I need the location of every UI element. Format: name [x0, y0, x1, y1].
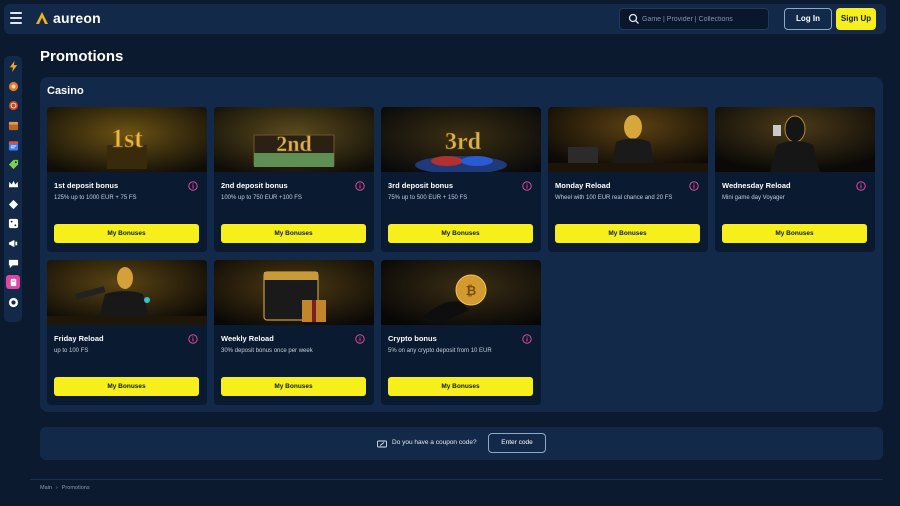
promo-card: Friday Reload up to 100 FS My Bonuses	[47, 260, 207, 405]
my-bonuses-button[interactable]: My Bonuses	[221, 224, 366, 243]
breadcrumb-current: Promotions	[61, 485, 90, 491]
info-icon[interactable]	[188, 181, 198, 191]
info-icon[interactable]	[522, 181, 532, 191]
promo-description: 5% on any crypto deposit from 10 EUR	[388, 348, 492, 354]
logo-text: aureon	[53, 10, 101, 26]
promo-title: Friday Reload	[54, 334, 104, 343]
my-bonuses-button[interactable]: My Bonuses	[54, 224, 199, 243]
promo-image	[715, 107, 875, 172]
info-icon[interactable]	[355, 181, 365, 191]
logo[interactable]: aureon	[35, 10, 101, 26]
promo-image: 1st	[47, 107, 207, 172]
promo-description: 75% up to 500 EUR + 150 FS	[388, 195, 468, 201]
promo-card: 2nd 2nd deposit bonus 100% up to 750 EUR…	[214, 107, 374, 252]
promo-image	[214, 260, 374, 325]
promo-icon[interactable]	[6, 275, 20, 289]
promo-card: 1st 1st deposit bonus 125% up to 1000 EU…	[47, 107, 207, 252]
search-box[interactable]	[619, 8, 769, 30]
logo-mark-icon	[36, 12, 48, 24]
promo-title: 2nd deposit bonus	[221, 181, 288, 190]
promo-card: Wednesday Reload Mini game day Voyager M…	[715, 107, 875, 252]
signup-button[interactable]: Sign Up	[836, 8, 876, 30]
coupon-bar: Do you have a coupon code? Enter code	[40, 427, 883, 460]
promo-image: 2nd	[214, 107, 374, 172]
support-icon[interactable]	[6, 295, 20, 309]
lotto-ball-icon[interactable]	[6, 79, 20, 93]
chat-icon[interactable]	[6, 256, 20, 270]
treasure-chest-icon[interactable]	[6, 118, 20, 132]
promo-description: Wheel with 100 EUR real chance and 20 FS	[555, 195, 673, 201]
promo-title: Weekly Reload	[221, 334, 274, 343]
top-bar: aureon Log In Sign Up	[4, 4, 886, 34]
my-bonuses-button[interactable]: My Bonuses	[388, 224, 533, 243]
divider	[30, 479, 883, 480]
info-icon[interactable]	[522, 334, 532, 344]
promo-image	[548, 107, 708, 172]
breadcrumb-home[interactable]: Main	[40, 485, 52, 491]
casino-promotions-panel: Casino 1st 1st deposit bonus 125% up to …	[40, 77, 883, 412]
my-bonuses-button[interactable]: My Bonuses	[54, 377, 199, 396]
poker-chip-icon[interactable]	[6, 98, 20, 112]
promo-image-label: 3rd	[445, 129, 482, 155]
promo-description: 125% up to 1000 EUR + 75 FS	[54, 195, 137, 201]
crown-icon[interactable]	[6, 177, 20, 191]
coupon-icon	[377, 440, 387, 448]
dice-icon[interactable]	[6, 216, 20, 230]
promo-title: 1st deposit bonus	[54, 181, 119, 190]
search-icon	[628, 13, 639, 24]
promo-image: 3rd	[381, 107, 541, 172]
promo-description: 100% up to 750 EUR +100 FS	[221, 195, 302, 201]
megaphone-icon[interactable]	[6, 236, 20, 250]
promo-image: ₿	[381, 260, 541, 325]
promo-image-label: 2nd	[276, 131, 311, 156]
promo-description: 30% deposit bonus once per week	[221, 348, 313, 354]
lightning-icon[interactable]	[6, 59, 20, 73]
my-bonuses-button[interactable]: My Bonuses	[555, 224, 700, 243]
sidebar	[4, 56, 22, 322]
promo-card: Monday Reload Wheel with 100 EUR real ch…	[548, 107, 708, 252]
promo-image-label: 1st	[111, 124, 143, 153]
promo-title: Monday Reload	[555, 181, 611, 190]
promo-description: Mini game day Voyager	[722, 195, 785, 201]
info-icon[interactable]	[355, 334, 365, 344]
calendar-icon[interactable]	[6, 138, 20, 152]
promo-description: up to 100 FS	[54, 348, 89, 354]
coupon-question: Do you have a coupon code?	[392, 439, 477, 446]
promo-title: Crypto bonus	[388, 334, 437, 343]
enter-code-button[interactable]: Enter code	[488, 433, 546, 453]
login-button[interactable]: Log In	[784, 8, 832, 30]
info-icon[interactable]	[856, 181, 866, 191]
promo-card: 3rd 3rd deposit bonus 75% up to 500 EUR …	[381, 107, 541, 252]
my-bonuses-button[interactable]: My Bonuses	[388, 377, 533, 396]
svg-text:₿: ₿	[466, 283, 477, 298]
promo-title: 3rd deposit bonus	[388, 181, 454, 190]
promo-title: Wednesday Reload	[722, 181, 791, 190]
my-bonuses-button[interactable]: My Bonuses	[722, 224, 867, 243]
menu-icon[interactable]	[10, 12, 22, 24]
breadcrumb-separator: ›	[55, 485, 58, 491]
section-title: Casino	[47, 85, 84, 97]
tag-icon[interactable]	[6, 157, 20, 171]
search-input[interactable]	[642, 11, 764, 27]
info-icon[interactable]	[188, 334, 198, 344]
info-icon[interactable]	[689, 181, 699, 191]
page-title: Promotions	[40, 48, 124, 65]
my-bonuses-button[interactable]: My Bonuses	[221, 377, 366, 396]
promo-image	[47, 260, 207, 325]
promo-card: ₿ Crypto bonus 5% on any crypto deposit …	[381, 260, 541, 405]
diamond-icon[interactable]	[6, 197, 20, 211]
breadcrumb: Main › Promotions	[40, 485, 90, 491]
promo-card: Weekly Reload 30% deposit bonus once per…	[214, 260, 374, 405]
